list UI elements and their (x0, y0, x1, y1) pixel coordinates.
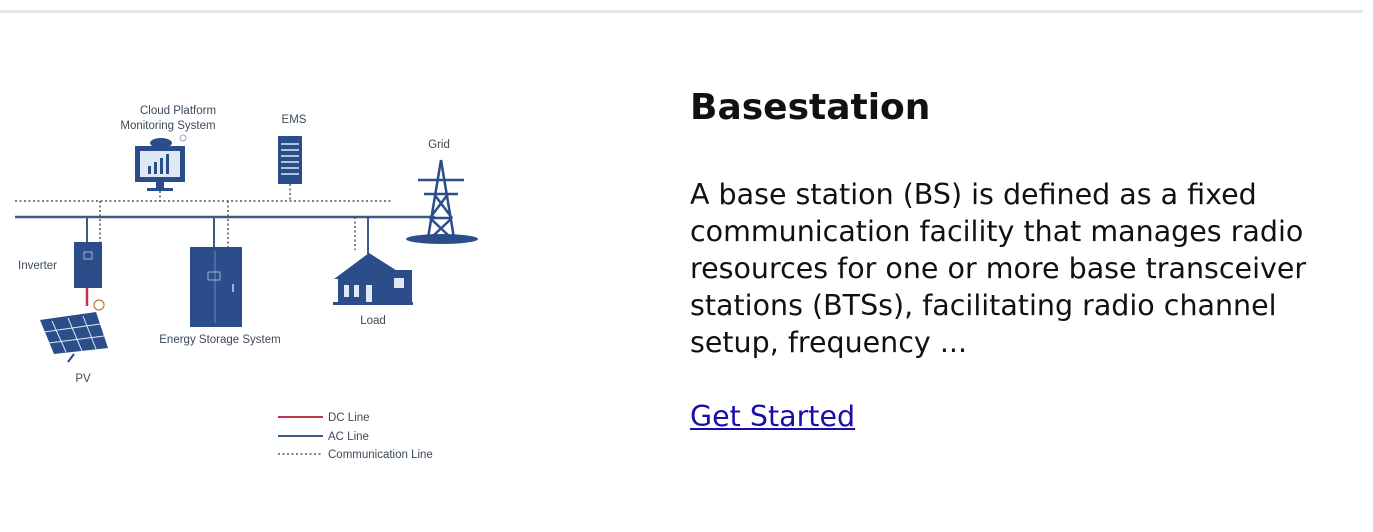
pv-panel-icon (40, 299, 108, 363)
pv-label: PV (75, 373, 91, 385)
legend-ac-label: AC Line (328, 431, 369, 443)
legend: DC Line AC Line Communication Line (278, 412, 433, 461)
load-house-icon (333, 253, 413, 305)
monitor-icon (135, 134, 187, 191)
card-title: Basestation (690, 87, 931, 128)
energy-storage-icon (190, 247, 242, 327)
card-description: A base station (BS) is defined as a fixe… (690, 178, 1307, 359)
ems-server-icon (278, 136, 302, 184)
system-diagram: Cloud Platform Monitoring System EMS Gri… (0, 40, 500, 480)
load-label: Load (360, 315, 386, 327)
get-started-link[interactable]: Get Started (690, 400, 855, 433)
ems-label: EMS (282, 114, 307, 126)
grid-tower-icon (406, 159, 478, 244)
diagram-svg: Cloud Platform Monitoring System EMS Gri… (15, 105, 478, 461)
grid-label: Grid (428, 139, 450, 151)
inverter-icon (74, 242, 102, 288)
legend-dc-label: DC Line (328, 412, 370, 424)
cloud-platform-label: Cloud Platform (140, 105, 216, 117)
legend-comm-label: Communication Line (328, 449, 433, 461)
top-divider (0, 10, 1363, 13)
basestation-card: Basestation A base station (BS) is defin… (690, 84, 1350, 433)
inverter-label: Inverter (18, 260, 57, 272)
monitoring-system-label: Monitoring System (120, 120, 215, 132)
energy-storage-label: Energy Storage System (159, 334, 280, 346)
